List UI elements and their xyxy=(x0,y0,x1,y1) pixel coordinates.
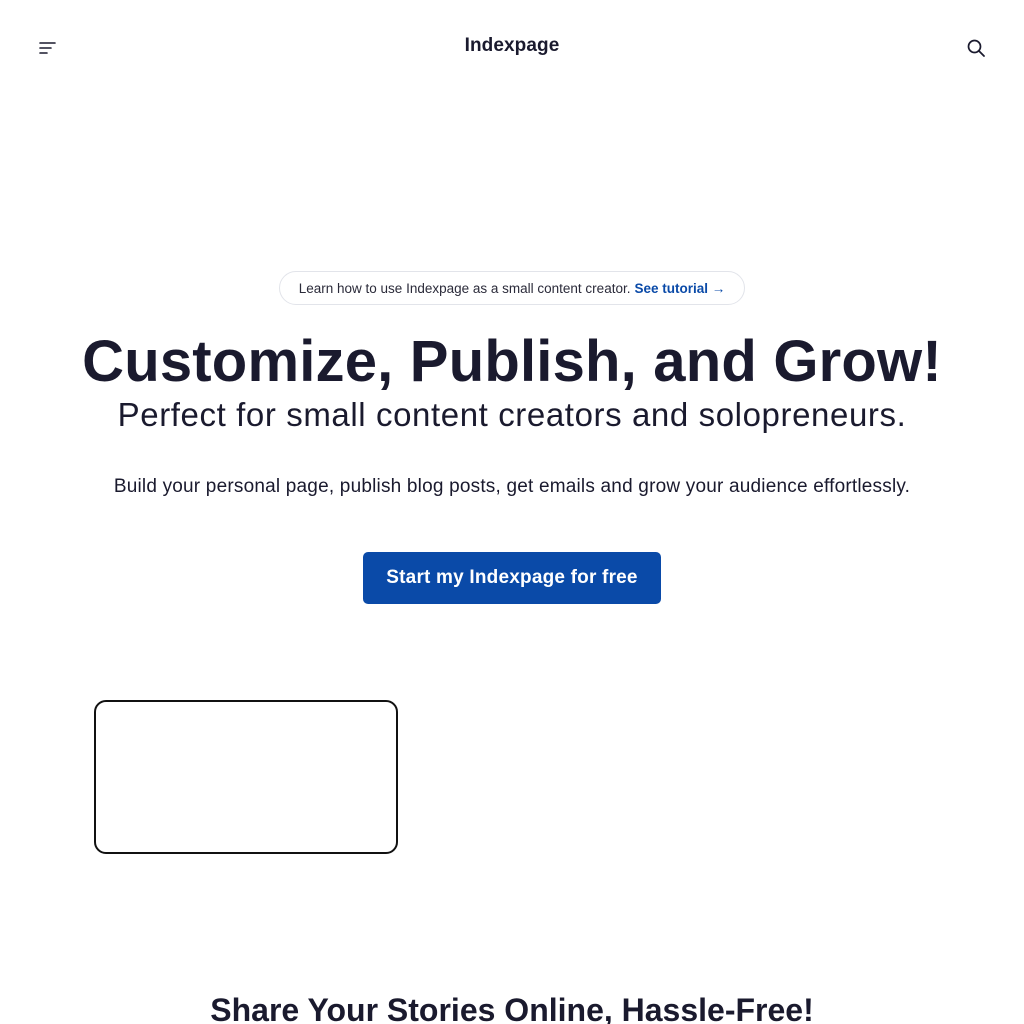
start-free-button[interactable]: Start my Indexpage for free xyxy=(363,552,661,604)
announcement-pill: Learn how to use Indexpage as a small co… xyxy=(279,271,745,305)
hero-subtitle: Perfect for small content creators and s… xyxy=(117,396,907,433)
landing-page: Indexpage Learn how to use Indexpage as … xyxy=(0,0,1024,1024)
section-title: Share Your Stories Online, Hassle-Free! xyxy=(210,992,814,1024)
search-button[interactable] xyxy=(964,36,988,60)
hero-title: Customize, Publish, and Grow! xyxy=(82,329,942,394)
search-icon xyxy=(967,39,985,57)
hero-description: Build your personal page, publish blog p… xyxy=(113,476,911,497)
preview-card xyxy=(94,700,398,854)
see-tutorial-link[interactable]: See tutorial → xyxy=(634,281,725,296)
site-header: Indexpage xyxy=(0,0,1024,96)
announcement-text: Learn how to use Indexpage as a small co… xyxy=(298,280,631,296)
brand-link[interactable]: Indexpage xyxy=(465,35,560,56)
brand-logo: Indexpage xyxy=(0,35,1024,57)
